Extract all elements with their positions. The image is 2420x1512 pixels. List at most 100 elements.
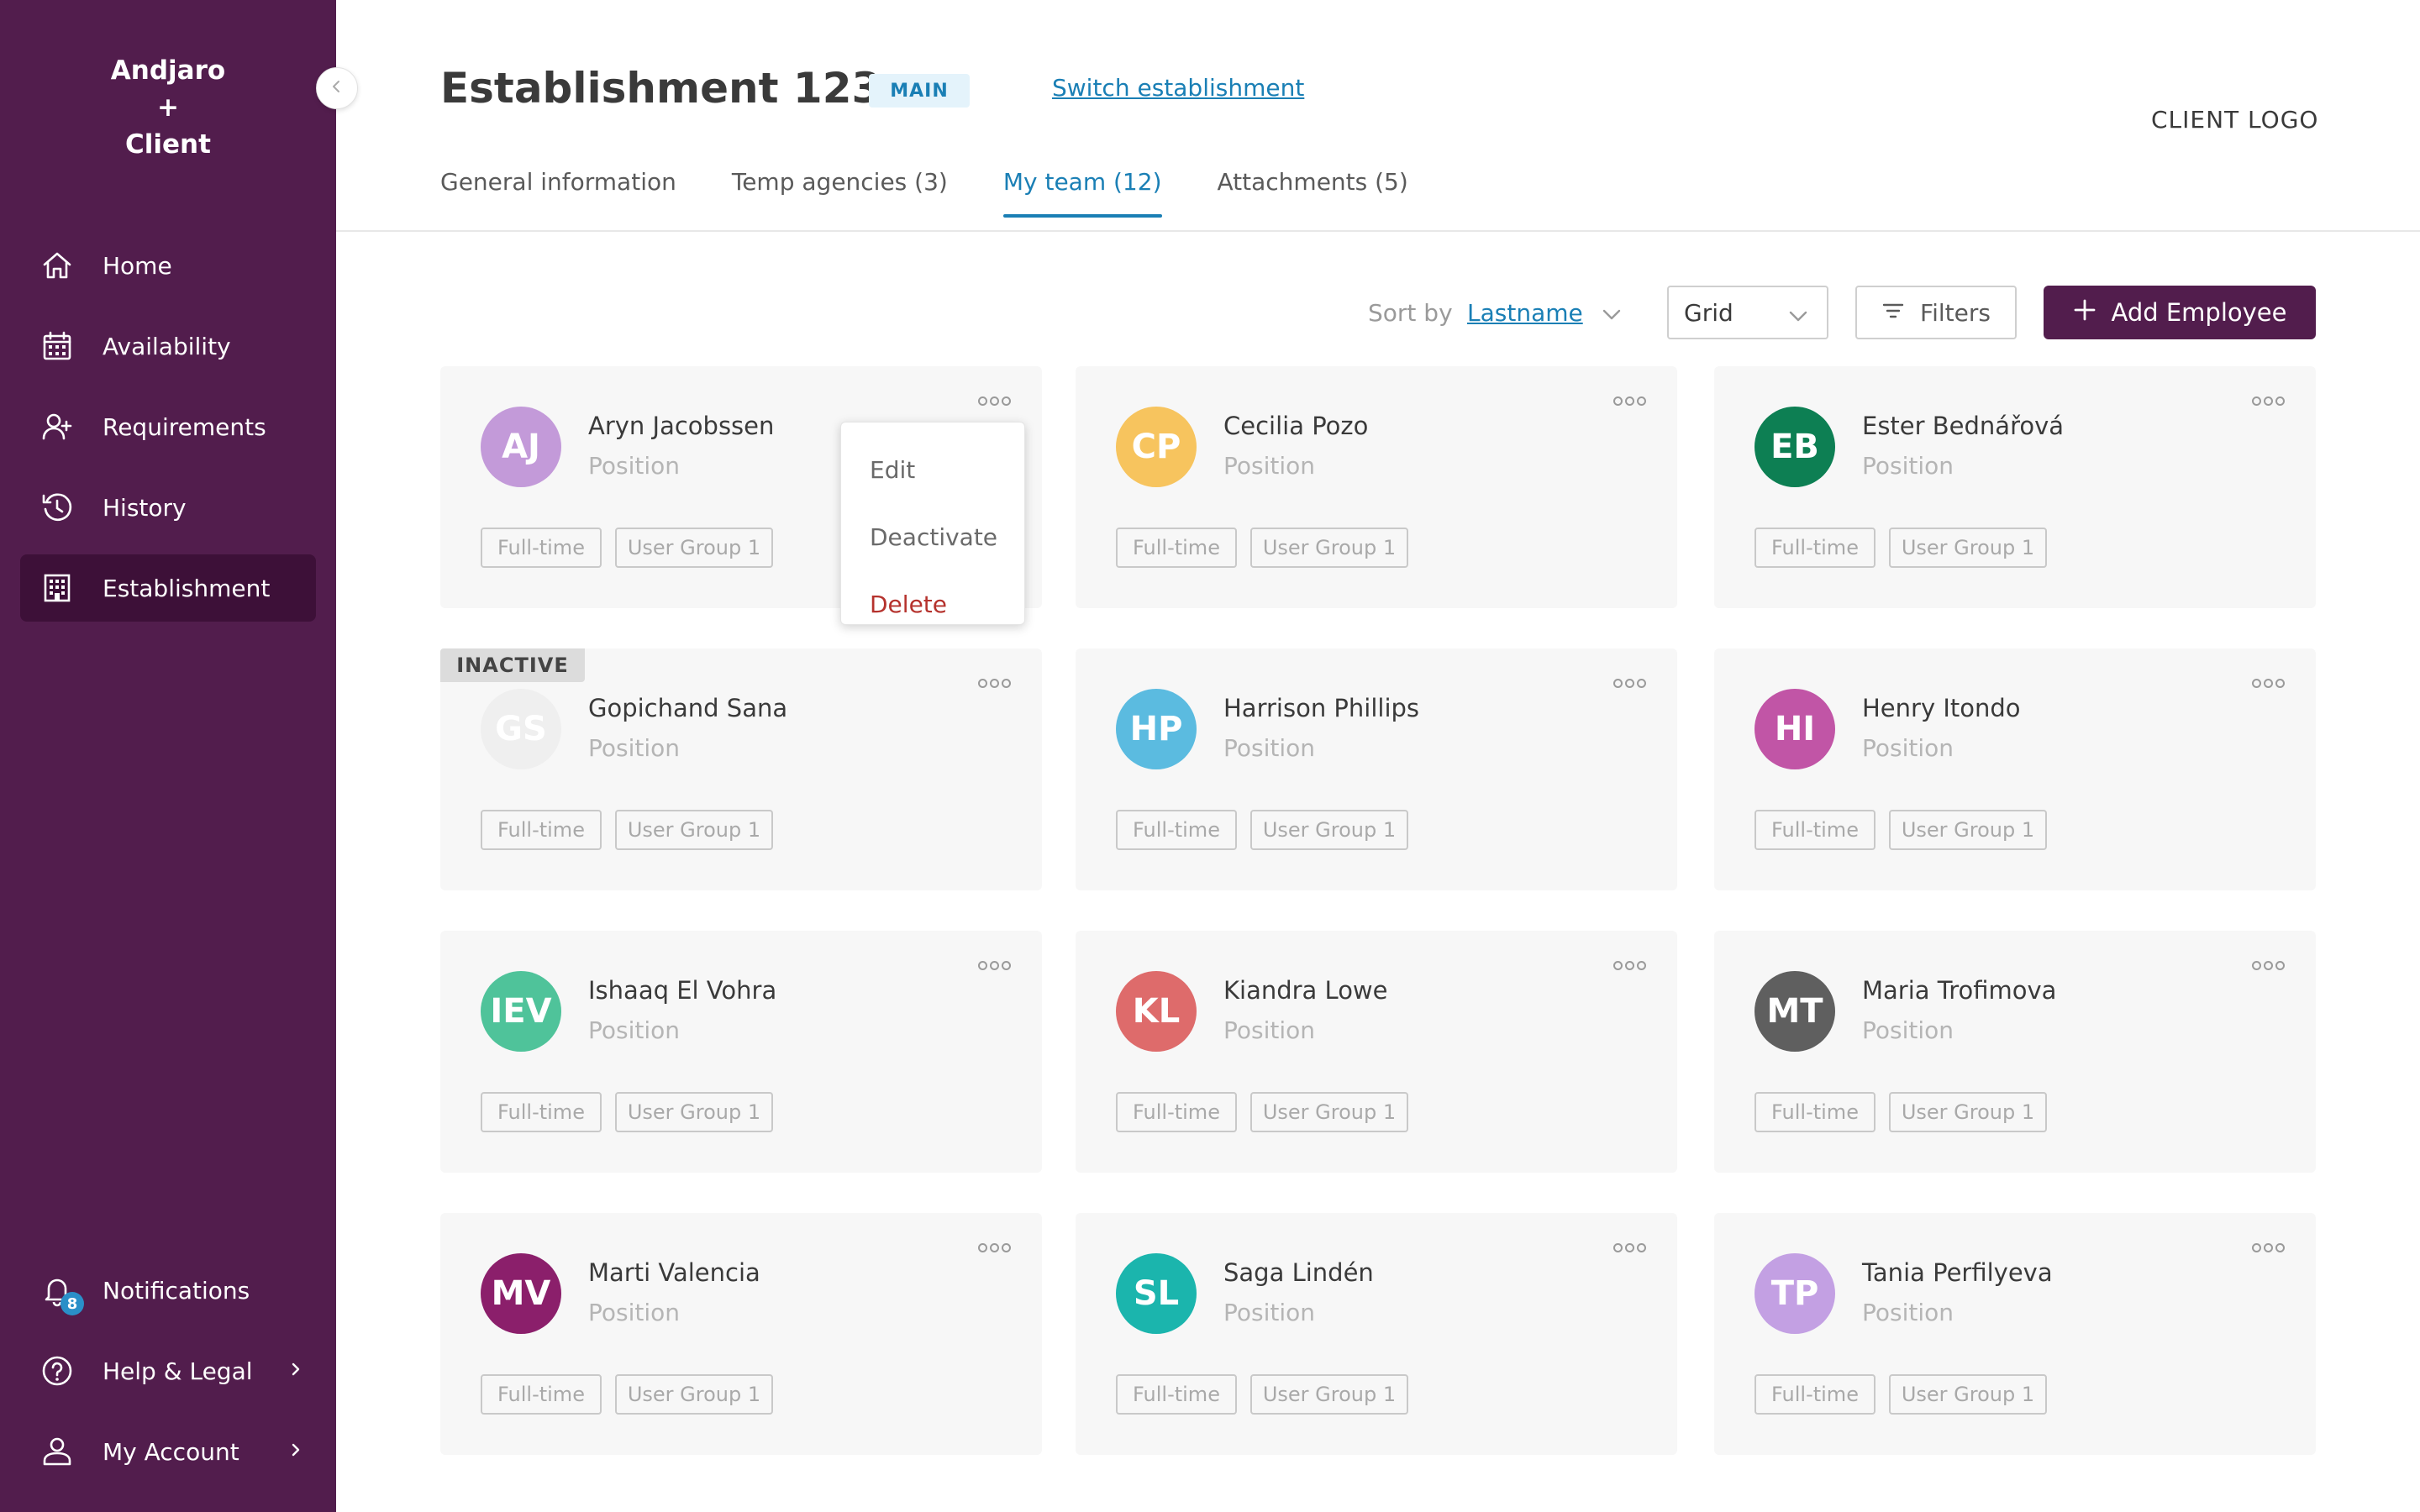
user-group-chip: User Group 1 xyxy=(1250,1092,1408,1132)
user-group-chip: User Group 1 xyxy=(1889,1092,2047,1132)
more-options-icon[interactable] xyxy=(2252,961,2285,970)
employee-name: Henry Itondo xyxy=(1862,694,2021,722)
employee-card[interactable]: MV Marti Valencia Position Full-time Use… xyxy=(440,1213,1042,1455)
sidebar-item-establishment[interactable]: Establishment xyxy=(20,554,316,622)
avatar: MT xyxy=(1754,971,1835,1052)
sidebar-nav: Home Availability Requirements History E… xyxy=(20,232,316,635)
contract-chip: Full-time xyxy=(481,1374,602,1415)
avatar: HI xyxy=(1754,689,1835,769)
tab-temp-agencies[interactable]: Temp agencies (3) xyxy=(732,168,948,218)
employee-card[interactable]: KL Kiandra Lowe Position Full-time User … xyxy=(1076,931,1677,1173)
contract-chip: Full-time xyxy=(481,1092,602,1132)
employee-name: Aryn Jacobssen xyxy=(588,412,775,440)
collapse-sidebar-button[interactable] xyxy=(316,67,358,109)
sidebar-item-label: Establishment xyxy=(103,574,271,602)
more-options-icon[interactable] xyxy=(2252,396,2285,406)
avatar: EB xyxy=(1754,407,1835,487)
sidebar-item-help-legal[interactable]: Help & Legal xyxy=(20,1337,316,1404)
history-icon xyxy=(40,491,74,524)
employee-card[interactable]: SL Saga Lindén Position Full-time User G… xyxy=(1076,1213,1677,1455)
employee-card[interactable]: CP Cecilia Pozo Position Full-time User … xyxy=(1076,366,1677,608)
sidebar-item-label: Requirements xyxy=(103,412,266,441)
contract-chip: Full-time xyxy=(1116,1374,1237,1415)
page-title: Establishment 123 xyxy=(440,64,881,113)
app-root: Andjaro + Client Home Availability Requi… xyxy=(0,0,2420,1512)
card-context-menu: Edit Deactivate Delete xyxy=(840,422,1025,625)
more-options-icon[interactable] xyxy=(978,961,1011,970)
employee-position: Position xyxy=(588,1016,681,1044)
contract-chip: Full-time xyxy=(481,810,602,850)
chevron-down-icon[interactable] xyxy=(1600,302,1623,329)
employee-card[interactable]: HI Henry Itondo Position Full-time User … xyxy=(1714,648,2316,890)
contract-chip: Full-time xyxy=(1116,810,1237,850)
employee-name: Saga Lindén xyxy=(1223,1258,1374,1287)
sidebar-item-notifications[interactable]: 8 Notifications xyxy=(20,1257,316,1324)
home-icon xyxy=(40,249,74,282)
sidebar-item-label: Help & Legal xyxy=(103,1357,253,1385)
sidebar-item-availability[interactable]: Availability xyxy=(20,312,316,380)
more-options-icon[interactable] xyxy=(978,679,1011,688)
filter-icon xyxy=(1881,299,1905,327)
more-options-icon[interactable] xyxy=(1613,1243,1646,1252)
employee-card[interactable]: TP Tania Perfilyeva Position Full-time U… xyxy=(1714,1213,2316,1455)
more-options-icon[interactable] xyxy=(2252,679,2285,688)
more-options-icon[interactable] xyxy=(1613,961,1646,970)
sidebar-item-home[interactable]: Home xyxy=(20,232,316,299)
more-options-icon[interactable] xyxy=(978,396,1011,406)
add-employee-button[interactable]: Add Employee xyxy=(2044,286,2316,339)
inactive-badge: INACTIVE xyxy=(440,648,585,682)
user-group-chip: User Group 1 xyxy=(615,1374,773,1415)
avatar: GS xyxy=(481,689,561,769)
more-options-icon[interactable] xyxy=(2252,1243,2285,1252)
contract-chip: Full-time xyxy=(1754,1092,1876,1132)
user-group-chip: User Group 1 xyxy=(615,1092,773,1132)
main-badge: MAIN xyxy=(869,74,970,108)
more-options-icon[interactable] xyxy=(1613,396,1646,406)
user-group-chip: User Group 1 xyxy=(1250,810,1408,850)
employee-name: Kiandra Lowe xyxy=(1223,976,1388,1005)
menu-item-edit[interactable]: Edit xyxy=(870,456,915,484)
more-options-icon[interactable] xyxy=(1613,679,1646,688)
building-icon xyxy=(40,571,74,605)
employee-position: Position xyxy=(588,734,681,762)
employee-card-inactive[interactable]: INACTIVE GS Gopichand Sana Position Full… xyxy=(440,648,1042,890)
contract-chip: Full-time xyxy=(1754,1374,1876,1415)
chevron-right-icon xyxy=(287,1361,304,1381)
user-group-chip: User Group 1 xyxy=(1250,1374,1408,1415)
menu-item-delete[interactable]: Delete xyxy=(870,591,947,618)
add-employee-label: Add Employee xyxy=(2111,298,2287,327)
employee-name: Gopichand Sana xyxy=(588,694,788,722)
sidebar-item-history[interactable]: History xyxy=(20,474,316,541)
brand-line-2: + xyxy=(157,92,179,123)
sidebar-bottom-nav: 8 Notifications Help & Legal My Account xyxy=(20,1257,316,1499)
view-mode-value: Grid xyxy=(1684,298,1733,327)
filters-button[interactable]: Filters xyxy=(1855,286,2017,339)
sort-by-dropdown[interactable]: Lastname xyxy=(1467,299,1583,327)
filters-label: Filters xyxy=(1920,298,1991,327)
sidebar-item-label: Notifications xyxy=(103,1276,250,1305)
contract-chip: Full-time xyxy=(1754,810,1876,850)
sidebar-item-my-account[interactable]: My Account xyxy=(20,1418,316,1485)
view-mode-select[interactable]: Grid xyxy=(1667,286,1828,339)
tab-general-information[interactable]: General information xyxy=(440,168,676,218)
employee-name: Marti Valencia xyxy=(588,1258,760,1287)
employee-name: Tania Perfilyeva xyxy=(1862,1258,2053,1287)
employee-name: Maria Trofimova xyxy=(1862,976,2057,1005)
tab-my-team[interactable]: My team (12) xyxy=(1002,168,1162,218)
employee-card[interactable]: MT Maria Trofimova Position Full-time Us… xyxy=(1714,931,2316,1173)
tab-attachments[interactable]: Attachments (5) xyxy=(1218,168,1408,218)
sidebar-item-requirements[interactable]: Requirements xyxy=(20,393,316,460)
employee-name: Cecilia Pozo xyxy=(1223,412,1369,440)
brand-logo[interactable]: Andjaro + Client xyxy=(0,52,336,163)
chevron-right-icon xyxy=(287,1441,304,1462)
avatar: HP xyxy=(1116,689,1197,769)
employee-card[interactable]: EB Ester Bednářová Position Full-time Us… xyxy=(1714,366,2316,608)
menu-item-deactivate[interactable]: Deactivate xyxy=(870,523,997,551)
employee-card[interactable]: IEV Ishaaq El Vohra Position Full-time U… xyxy=(440,931,1042,1173)
plus-icon xyxy=(2073,298,2096,328)
employee-card[interactable]: HP Harrison Phillips Position Full-time … xyxy=(1076,648,1677,890)
tabs-divider xyxy=(336,230,2420,232)
more-options-icon[interactable] xyxy=(978,1243,1011,1252)
switch-establishment-link[interactable]: Switch establishment xyxy=(1052,74,1304,102)
add-user-icon xyxy=(40,410,74,444)
